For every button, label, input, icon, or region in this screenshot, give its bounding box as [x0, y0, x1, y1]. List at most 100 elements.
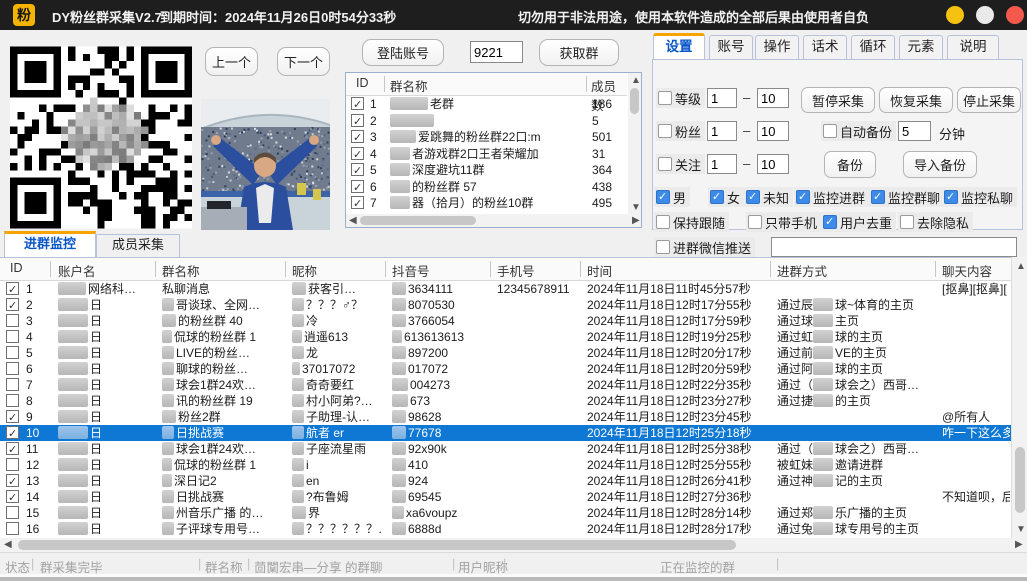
filter-from-input[interactable] [707, 88, 737, 108]
pause-collect-button[interactable]: 暂停采集 [801, 87, 875, 113]
table-vscrollbar[interactable]: ▲ ▼ [1011, 257, 1027, 538]
checkbox-icon[interactable] [658, 91, 672, 105]
checkbox-icon[interactable] [944, 190, 958, 204]
get-groups-button[interactable]: 获取群 [539, 39, 619, 66]
checkbox-女[interactable]: 女 [708, 187, 744, 207]
scroll-down-icon[interactable]: ▼ [1016, 525, 1026, 535]
checkbox-icon[interactable] [6, 426, 19, 439]
scroll-thumb[interactable] [630, 88, 639, 114]
maximize-button[interactable] [976, 6, 994, 24]
minimize-button[interactable] [946, 6, 964, 24]
scroll-thumb[interactable] [360, 216, 476, 225]
table-row[interactable]: 12日侃球的粉丝群 1i410被虹妹邀请进群2024年11月18日12时25分5… [0, 457, 1011, 473]
filter-等级[interactable]: 等级 [656, 88, 705, 108]
checkbox-icon[interactable] [900, 215, 914, 229]
checkbox-icon[interactable] [796, 190, 810, 204]
checkbox-icon[interactable] [658, 157, 672, 171]
filter-关注[interactable]: 关注 [656, 154, 705, 174]
checkbox-icon[interactable] [351, 163, 364, 176]
checkbox-icon[interactable] [6, 522, 19, 535]
table-row[interactable]: 3日的粉丝群 40冷3766054通过球主页2024年11月18日12时17分5… [0, 313, 1011, 329]
table-hscrollbar[interactable]: ◀ ▶ [0, 538, 1027, 552]
table-row[interactable]: 9日粉丝2群子助理-认…98628@所有人2024年11月18日12时23分45… [0, 409, 1011, 425]
checkbox-icon[interactable] [823, 124, 837, 138]
checkbox-icon[interactable] [6, 330, 19, 343]
group-list-row[interactable]: 7器（拾月）的粉丝10群495 [346, 195, 627, 211]
scroll-up-icon[interactable]: ▲ [1016, 262, 1026, 272]
table-row[interactable]: 14日日挑战赛?布鲁姆69545不知道呗，后面2024年11月18日12时27分… [0, 489, 1011, 505]
group-list-row[interactable]: 25 [346, 113, 627, 129]
checkbox-icon[interactable] [6, 442, 19, 455]
group-list-hscrollbar[interactable]: ◀ ▶ [346, 214, 641, 227]
checkbox-icon[interactable] [656, 215, 670, 229]
checkbox-icon[interactable] [6, 362, 19, 375]
checkbox-icon[interactable] [823, 215, 837, 229]
checkbox-icon[interactable] [6, 490, 19, 503]
scroll-up-icon[interactable]: ▲ [631, 76, 641, 86]
tab-话术[interactable]: 话术 [803, 35, 847, 59]
checkbox-icon[interactable] [351, 147, 364, 160]
checkbox-icon[interactable] [351, 130, 364, 143]
checkbox-icon[interactable] [6, 506, 19, 519]
scroll-left-icon[interactable]: ◀ [349, 216, 357, 226]
checkbox-icon[interactable] [6, 282, 19, 295]
resume-collect-button[interactable]: 恢复采集 [879, 87, 953, 113]
wechat-push-checkbox[interactable]: 进群微信推送 [654, 237, 755, 257]
wechat-push-input[interactable] [771, 237, 1017, 257]
tab-成员采集[interactable]: 成员采集 [96, 234, 180, 257]
table-row[interactable]: 6日聊球的粉丝…37017072017072通过阿球的主页2024年11月18日… [0, 361, 1011, 377]
table-row[interactable]: 11日球会1群24欢…子座流星雨92x90k通过（球会之）西哥…2024年11月… [0, 441, 1011, 457]
tab-进群监控[interactable]: 进群监控 [4, 231, 96, 257]
checkbox-用户去重[interactable]: 用户去重 [821, 212, 896, 232]
auto-backup-checkbox[interactable]: 自动备份 [821, 121, 896, 141]
checkbox-去除隐私[interactable]: 去除隐私 [898, 212, 973, 232]
checkbox-icon[interactable] [351, 196, 364, 209]
login-account-button[interactable]: 登陆账号 [362, 39, 444, 66]
checkbox-icon[interactable] [658, 124, 672, 138]
account-id-input[interactable] [470, 41, 523, 63]
scroll-thumb[interactable] [1015, 447, 1025, 513]
checkbox-监控群聊[interactable]: 监控群聊 [869, 187, 944, 207]
checkbox-icon[interactable] [748, 215, 762, 229]
group-list-row[interactable]: 6的粉丝群 57438 [346, 179, 627, 195]
table-row[interactable]: 13日深日记2en924通过神记的主页2024年11月18日12时26分41秒 [0, 473, 1011, 489]
checkbox-监控进群[interactable]: 监控进群 [794, 187, 869, 207]
checkbox-icon[interactable] [6, 346, 19, 359]
backup-interval-input[interactable] [898, 121, 931, 141]
checkbox-icon[interactable] [746, 190, 760, 204]
checkbox-icon[interactable] [6, 378, 19, 391]
checkbox-未知[interactable]: 未知 [744, 187, 793, 207]
table-row[interactable]: 2日哥谈球、全网…？？？♂？8070530通过辰球~体育的主页2024年11月1… [0, 297, 1011, 313]
checkbox-icon[interactable] [656, 240, 670, 254]
stop-collect-button[interactable]: 停止采集 [957, 87, 1021, 113]
group-list-row[interactable]: 1老群186 [346, 96, 627, 112]
checkbox-icon[interactable] [871, 190, 885, 204]
scroll-thumb[interactable] [18, 540, 736, 550]
group-list-row[interactable]: 5深度避坑11群364 [346, 162, 627, 178]
checkbox-icon[interactable] [6, 410, 19, 423]
checkbox-icon[interactable] [351, 114, 364, 127]
table-row[interactable]: 4日侃球的粉丝群 1逍遥613613613613通过虹球的主页2024年11月1… [0, 329, 1011, 345]
backup-button[interactable]: 备份 [824, 151, 876, 178]
close-button[interactable] [1006, 6, 1024, 24]
checkbox-icon[interactable] [6, 298, 19, 311]
filter-to-input[interactable] [757, 88, 789, 108]
next-button[interactable]: 下一个 [277, 47, 330, 76]
filter-to-input[interactable] [757, 121, 789, 141]
tab-循环[interactable]: 循环 [851, 35, 895, 59]
table-row[interactable]: 10日日挑战赛航者 er77678咋一下这么多人2024年11月18日12时25… [0, 425, 1011, 441]
tab-说明[interactable]: 说明 [947, 35, 999, 59]
table-row[interactable]: 8日讯的粉丝群 19村小阿弟?…673通过捷的主页2024年11月18日12时2… [0, 393, 1011, 409]
import-backup-button[interactable]: 导入备份 [903, 151, 977, 178]
checkbox-icon[interactable] [6, 474, 19, 487]
checkbox-icon[interactable] [351, 97, 364, 110]
scroll-down-icon[interactable]: ▼ [631, 203, 641, 213]
group-list-row[interactable]: 3爱跳舞的粉丝群22口:m501 [346, 129, 627, 145]
tab-账号[interactable]: 账号 [709, 35, 753, 59]
group-list-row[interactable]: 4者游戏群2口王者荣耀加31 [346, 146, 627, 162]
checkbox-保持跟随[interactable]: 保持跟随 [654, 212, 729, 232]
checkbox-icon[interactable] [6, 458, 19, 471]
filter-from-input[interactable] [707, 121, 737, 141]
previous-button[interactable]: 上一个 [205, 47, 258, 76]
filter-粉丝[interactable]: 粉丝 [656, 121, 705, 141]
